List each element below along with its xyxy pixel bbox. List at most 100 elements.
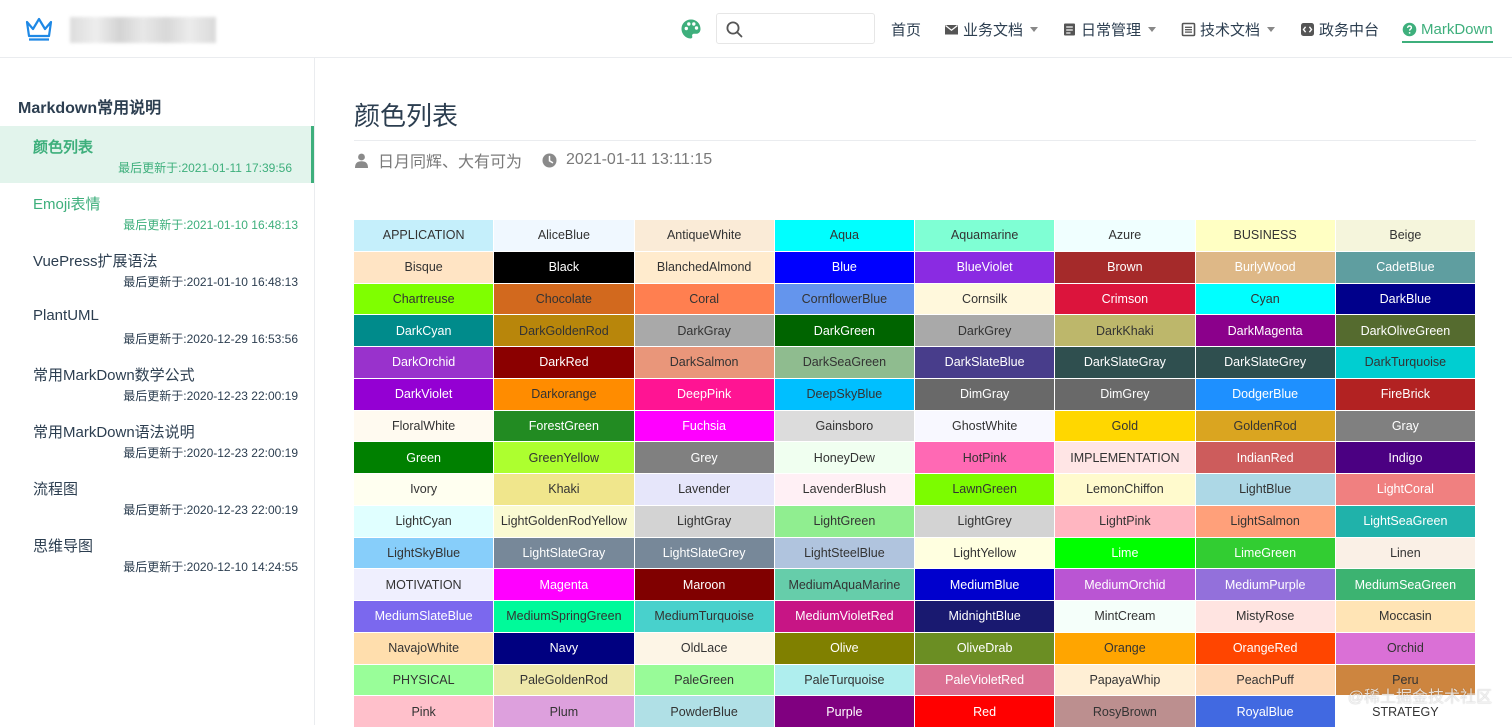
sidebar: Markdown常用说明 颜色列表 最后更新于:2021-01-11 17:39:… <box>0 58 315 725</box>
color-cell: Gainsboro <box>774 410 915 443</box>
sidebar-item-updated: 最后更新于:2020-12-23 22:00:19 <box>123 389 298 403</box>
color-cell: Cornsilk <box>915 283 1056 316</box>
sidebar-item-title: 思维导图 <box>33 538 94 555</box>
nav-item-label: 业务文档 <box>963 21 1024 39</box>
site-name-blurred <box>70 17 216 43</box>
nav-item-3[interactable]: 技术文档 <box>1181 17 1276 41</box>
color-cell: Navy <box>494 632 635 665</box>
nav-item-5[interactable]: MarkDown <box>1402 17 1493 43</box>
author-meta: 日月同辉、大有可为 <box>354 150 522 171</box>
color-cell: LightCoral <box>1335 474 1476 506</box>
color-cell: MediumPurple <box>1195 569 1336 601</box>
color-cell: Cyan <box>1195 283 1336 316</box>
color-cell: DarkGray <box>634 315 775 347</box>
color-cell: LimeGreen <box>1195 537 1336 570</box>
clock-icon <box>542 153 557 167</box>
color-cell: LightSteelBlue <box>774 537 915 570</box>
color-cell: LightCyan <box>354 505 495 538</box>
color-table: APPLICATION AliceBlue AntiqueWhite Aqua Aqua… <box>354 220 1476 728</box>
color-cell: Aqua <box>774 220 915 252</box>
color-cell: LightSeaGreen <box>1335 505 1476 538</box>
sidebar-item[interactable]: 常用MarkDown数学公式最后更新于:2020-12-23 22:00:19 <box>0 354 314 411</box>
caret-down-icon <box>1148 26 1157 32</box>
color-cell: DimGray <box>915 378 1056 411</box>
color-cell: DarkSlateGrey <box>1195 347 1336 379</box>
palette-icon[interactable] <box>680 18 702 40</box>
top-navbar: 首页 业务文档 日常管理 技术文档 政务中台 MarkDown <box>0 0 1512 58</box>
caret-down-icon <box>1030 26 1039 32</box>
color-cell: MediumSeaGreen <box>1335 569 1476 601</box>
sidebar-item[interactable]: Emoji表情 最后更新于:2021-01-10 16:48:13 <box>0 183 314 240</box>
color-cell: DarkRed <box>494 347 635 379</box>
color-cell: AliceBlue <box>494 220 635 252</box>
color-cell: Magenta <box>494 569 635 601</box>
color-cell: DarkSlateBlue <box>915 347 1056 379</box>
nav-item-2[interactable]: 日常管理 <box>1062 17 1157 41</box>
nav-item-4[interactable]: 政务中台 <box>1300 17 1379 41</box>
color-cell: Coral <box>634 283 775 316</box>
sidebar-item[interactable]: PlantUML 最后更新于:2020-12-29 16:53:56 <box>0 297 314 354</box>
color-cell: MintCream <box>1055 601 1196 633</box>
color-cell: DarkViolet <box>354 378 495 411</box>
color-cell: Lime <box>1055 537 1196 570</box>
color-cell: RosyBrown <box>1055 696 1196 728</box>
color-cell: Green <box>354 442 495 474</box>
color-cell: APPLICATION <box>354 220 495 252</box>
sidebar-item-title: 常用MarkDown数学公式 <box>33 367 195 384</box>
nav-item-1[interactable]: 业务文档 <box>944 17 1039 41</box>
search-input[interactable] <box>751 18 869 40</box>
crown-logo-icon[interactable] <box>24 16 54 42</box>
color-cell: LightYellow <box>915 537 1056 570</box>
sidebar-item-updated: 最后更新于:2020-12-29 16:53:56 <box>123 332 298 346</box>
color-cell: OliveDrab <box>915 632 1056 665</box>
color-cell: IMPLEMENTATION <box>1055 442 1196 474</box>
list-icon <box>1181 22 1196 36</box>
color-cell: DarkMagenta <box>1195 315 1336 347</box>
nav-item-0[interactable]: 首页 <box>891 17 921 41</box>
color-cell: LawnGreen <box>915 474 1056 506</box>
caret-down-icon <box>1267 26 1276 32</box>
color-cell: DarkGoldenRod <box>494 315 635 347</box>
color-cell: MediumVioletRed <box>774 601 915 633</box>
sidebar-item[interactable]: 颜色列表 最后更新于:2021-01-11 17:39:56 <box>0 126 314 183</box>
color-cell: Crimson <box>1055 283 1196 316</box>
color-cell: IndianRed <box>1195 442 1336 474</box>
sidebar-item[interactable]: 思维导图最后更新于:2020-12-10 14:24:55 <box>0 525 314 582</box>
color-cell: RoyalBlue <box>1195 696 1336 728</box>
sidebar-item-updated: 最后更新于:2021-01-11 17:39:56 <box>118 161 292 175</box>
color-cell: PaleGreen <box>634 664 775 697</box>
color-cell: LightSkyBlue <box>354 537 495 570</box>
sidebar-item[interactable]: VuePress扩展语法 最后更新于:2021-01-10 16:48:13 <box>0 240 314 297</box>
color-cell: DarkOrchid <box>354 347 495 379</box>
color-cell: Black <box>494 251 635 284</box>
code-icon <box>1301 22 1314 36</box>
color-cell: DarkSeaGreen <box>774 347 915 379</box>
nav-item-label: 技术文档 <box>1200 21 1261 39</box>
publish-date: 2021-01-11 13:11:15 <box>566 151 713 168</box>
color-cell: DarkOliveGreen <box>1335 315 1476 347</box>
color-cell: PowderBlue <box>634 696 775 728</box>
color-cell: LightGreen <box>774 505 915 538</box>
color-cell: DarkCyan <box>354 315 495 347</box>
sidebar-item-updated: 最后更新于:2020-12-23 22:00:19 <box>123 503 298 517</box>
help-circle-icon <box>1402 22 1417 36</box>
color-cell: LightPink <box>1055 505 1196 538</box>
color-cell: MediumAquaMarine <box>774 569 915 601</box>
sidebar-item-updated: 最后更新于:2021-01-10 16:48:13 <box>123 218 298 232</box>
color-cell: Orchid <box>1335 632 1476 665</box>
sidebar-item[interactable]: 流程图 最后更新于:2020-12-23 22:00:19 <box>0 468 314 525</box>
search-icon <box>726 21 743 38</box>
color-cell: LightGray <box>634 505 775 538</box>
sidebar-item[interactable]: 常用MarkDown语法说明 最后更新于:2020-12-23 22:00:19 <box>0 411 314 468</box>
color-cell: PaleGoldenRod <box>494 664 635 697</box>
color-cell: GhostWhite <box>915 410 1056 443</box>
color-cell: Aquamarine <box>915 220 1056 252</box>
color-cell: LightSlateGray <box>494 537 635 570</box>
sidebar-heading: Markdown常用说明 <box>18 100 162 117</box>
color-cell: DeepSkyBlue <box>774 378 915 411</box>
color-cell: HotPink <box>915 442 1056 474</box>
color-cell: PeachPuff <box>1195 664 1336 697</box>
sidebar-item-updated: 最后更新于:2020-12-10 14:24:55 <box>123 560 298 574</box>
search-box[interactable] <box>716 13 875 44</box>
color-cell: ForestGreen <box>494 410 635 443</box>
